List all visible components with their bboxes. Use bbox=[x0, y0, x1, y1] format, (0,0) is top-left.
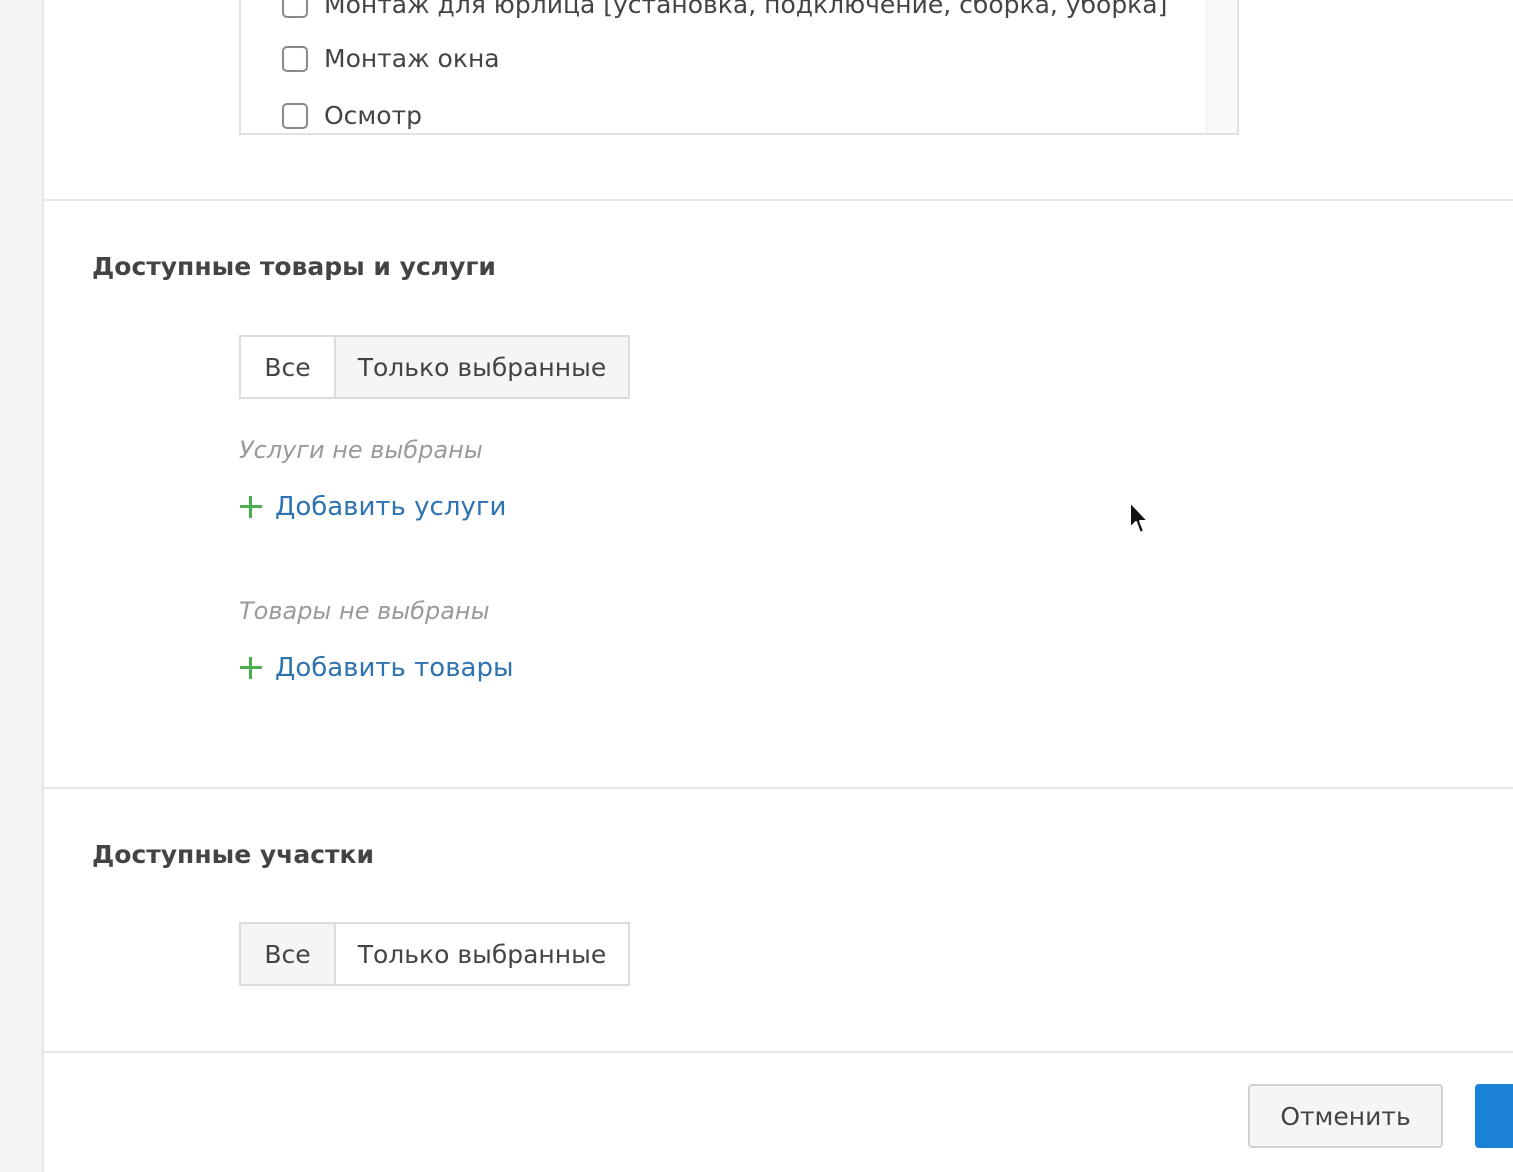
areas-availability-toggle[interactable]: Все Только выбранные bbox=[239, 922, 630, 986]
checkbox[interactable] bbox=[282, 45, 308, 72]
services-empty-note: Услуги не выбраны bbox=[239, 436, 483, 464]
add-services-label: Добавить услуги bbox=[275, 492, 507, 522]
add-goods-link[interactable]: Добавить товары bbox=[240, 653, 513, 683]
list-item[interactable]: Монтаж окна bbox=[282, 44, 500, 73]
list-item[interactable]: Осмотр bbox=[282, 101, 422, 130]
add-goods-label: Добавить товары bbox=[275, 653, 514, 683]
footer-divider bbox=[44, 1051, 1513, 1053]
toggle-selected-only-button[interactable]: Только выбранные bbox=[334, 924, 628, 984]
scrollbar[interactable] bbox=[1206, 0, 1237, 133]
checkbox[interactable] bbox=[282, 0, 308, 18]
cancel-button[interactable]: Отменить bbox=[1248, 1084, 1443, 1148]
section-title-areas: Доступные участки bbox=[92, 840, 374, 869]
section-divider bbox=[44, 199, 1513, 201]
left-gutter bbox=[0, 0, 44, 1172]
toggle-all-button[interactable]: Все bbox=[241, 337, 334, 397]
list-item-label: Осмотр bbox=[324, 101, 423, 130]
page: Монтаж для юрлица [установка, подключени… bbox=[0, 0, 1513, 1172]
service-checkbox-list[interactable]: Монтаж для юрлица [установка, подключени… bbox=[239, 0, 1239, 135]
list-item-label: Монтаж окна bbox=[324, 44, 500, 73]
plus-icon bbox=[240, 657, 262, 679]
toggle-selected-only-button[interactable]: Только выбранные bbox=[334, 337, 628, 397]
add-services-link[interactable]: Добавить услуги bbox=[240, 492, 506, 522]
plus-icon bbox=[240, 496, 262, 518]
checkbox[interactable] bbox=[282, 102, 308, 129]
primary-action-button[interactable] bbox=[1475, 1084, 1513, 1148]
mouse-cursor-icon bbox=[1129, 501, 1149, 534]
section-divider bbox=[44, 787, 1513, 789]
toggle-all-button[interactable]: Все bbox=[241, 924, 334, 984]
list-item-label: Монтаж для юрлица [установка, подключени… bbox=[324, 0, 1168, 19]
products-availability-toggle[interactable]: Все Только выбранные bbox=[239, 335, 630, 399]
section-title-products: Доступные товары и услуги bbox=[92, 252, 496, 281]
list-item[interactable]: Монтаж для юрлица [установка, подключени… bbox=[282, 0, 1167, 19]
goods-empty-note: Товары не выбраны bbox=[239, 597, 490, 625]
